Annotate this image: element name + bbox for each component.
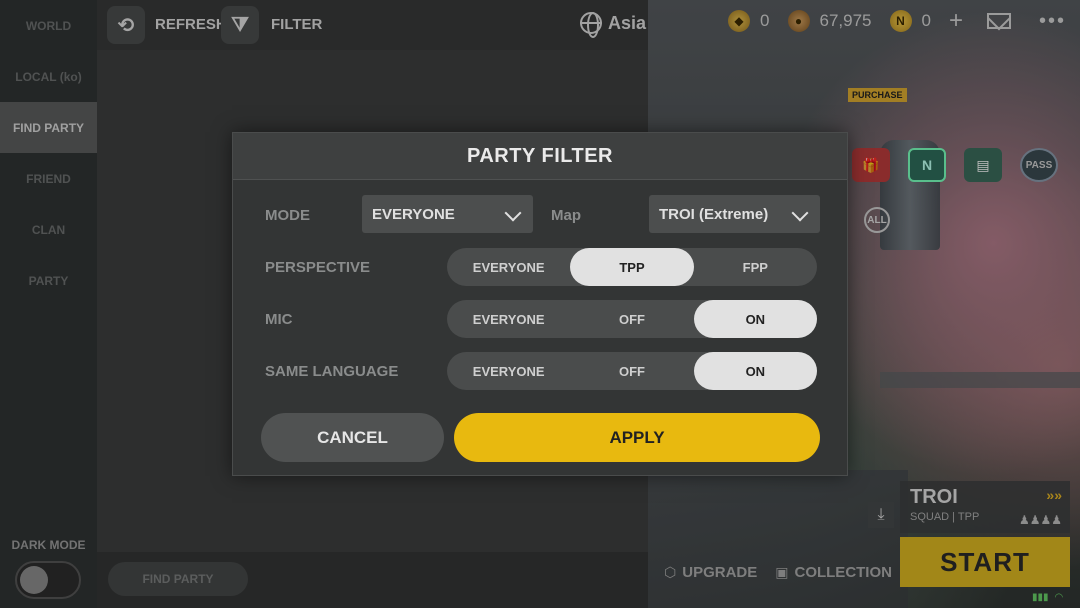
map-value: TROI (Extreme): [659, 205, 769, 223]
chevron-down-icon: [791, 204, 809, 222]
perspective-option-fpp[interactable]: FPP: [694, 248, 817, 286]
map-dropdown[interactable]: TROI (Extreme): [649, 195, 820, 233]
language-option-off[interactable]: OFF: [570, 352, 693, 390]
perspective-label: PERSPECTIVE: [265, 259, 371, 276]
cancel-button[interactable]: CANCEL: [261, 413, 444, 462]
dialog-title: PARTY FILTER: [233, 133, 847, 180]
mode-dropdown[interactable]: EVERYONE: [362, 195, 533, 233]
mic-option-on[interactable]: ON: [693, 300, 817, 338]
mic-option-everyone[interactable]: EVERYONE: [447, 300, 570, 338]
language-option-on[interactable]: ON: [693, 352, 817, 390]
perspective-segmented-control: EVERYONE TPP FPP: [447, 248, 817, 286]
language-segmented-control: EVERYONE OFF ON: [447, 352, 817, 390]
language-option-everyone[interactable]: EVERYONE: [447, 352, 570, 390]
party-filter-dialog: PARTY FILTER MODE EVERYONE Map TROI (Ext…: [232, 132, 848, 476]
mic-segmented-control: EVERYONE OFF ON: [447, 300, 817, 338]
mic-label: MIC: [265, 311, 293, 328]
map-label: Map: [551, 207, 581, 224]
mic-option-off[interactable]: OFF: [570, 300, 693, 338]
perspective-option-tpp[interactable]: TPP: [570, 248, 694, 286]
perspective-option-everyone[interactable]: EVERYONE: [447, 248, 570, 286]
apply-button[interactable]: APPLY: [454, 413, 820, 462]
same-language-label: SAME LANGUAGE: [265, 363, 399, 380]
mode-value: EVERYONE: [372, 205, 455, 223]
chevron-down-icon: [504, 204, 522, 222]
mode-label: MODE: [265, 207, 310, 224]
